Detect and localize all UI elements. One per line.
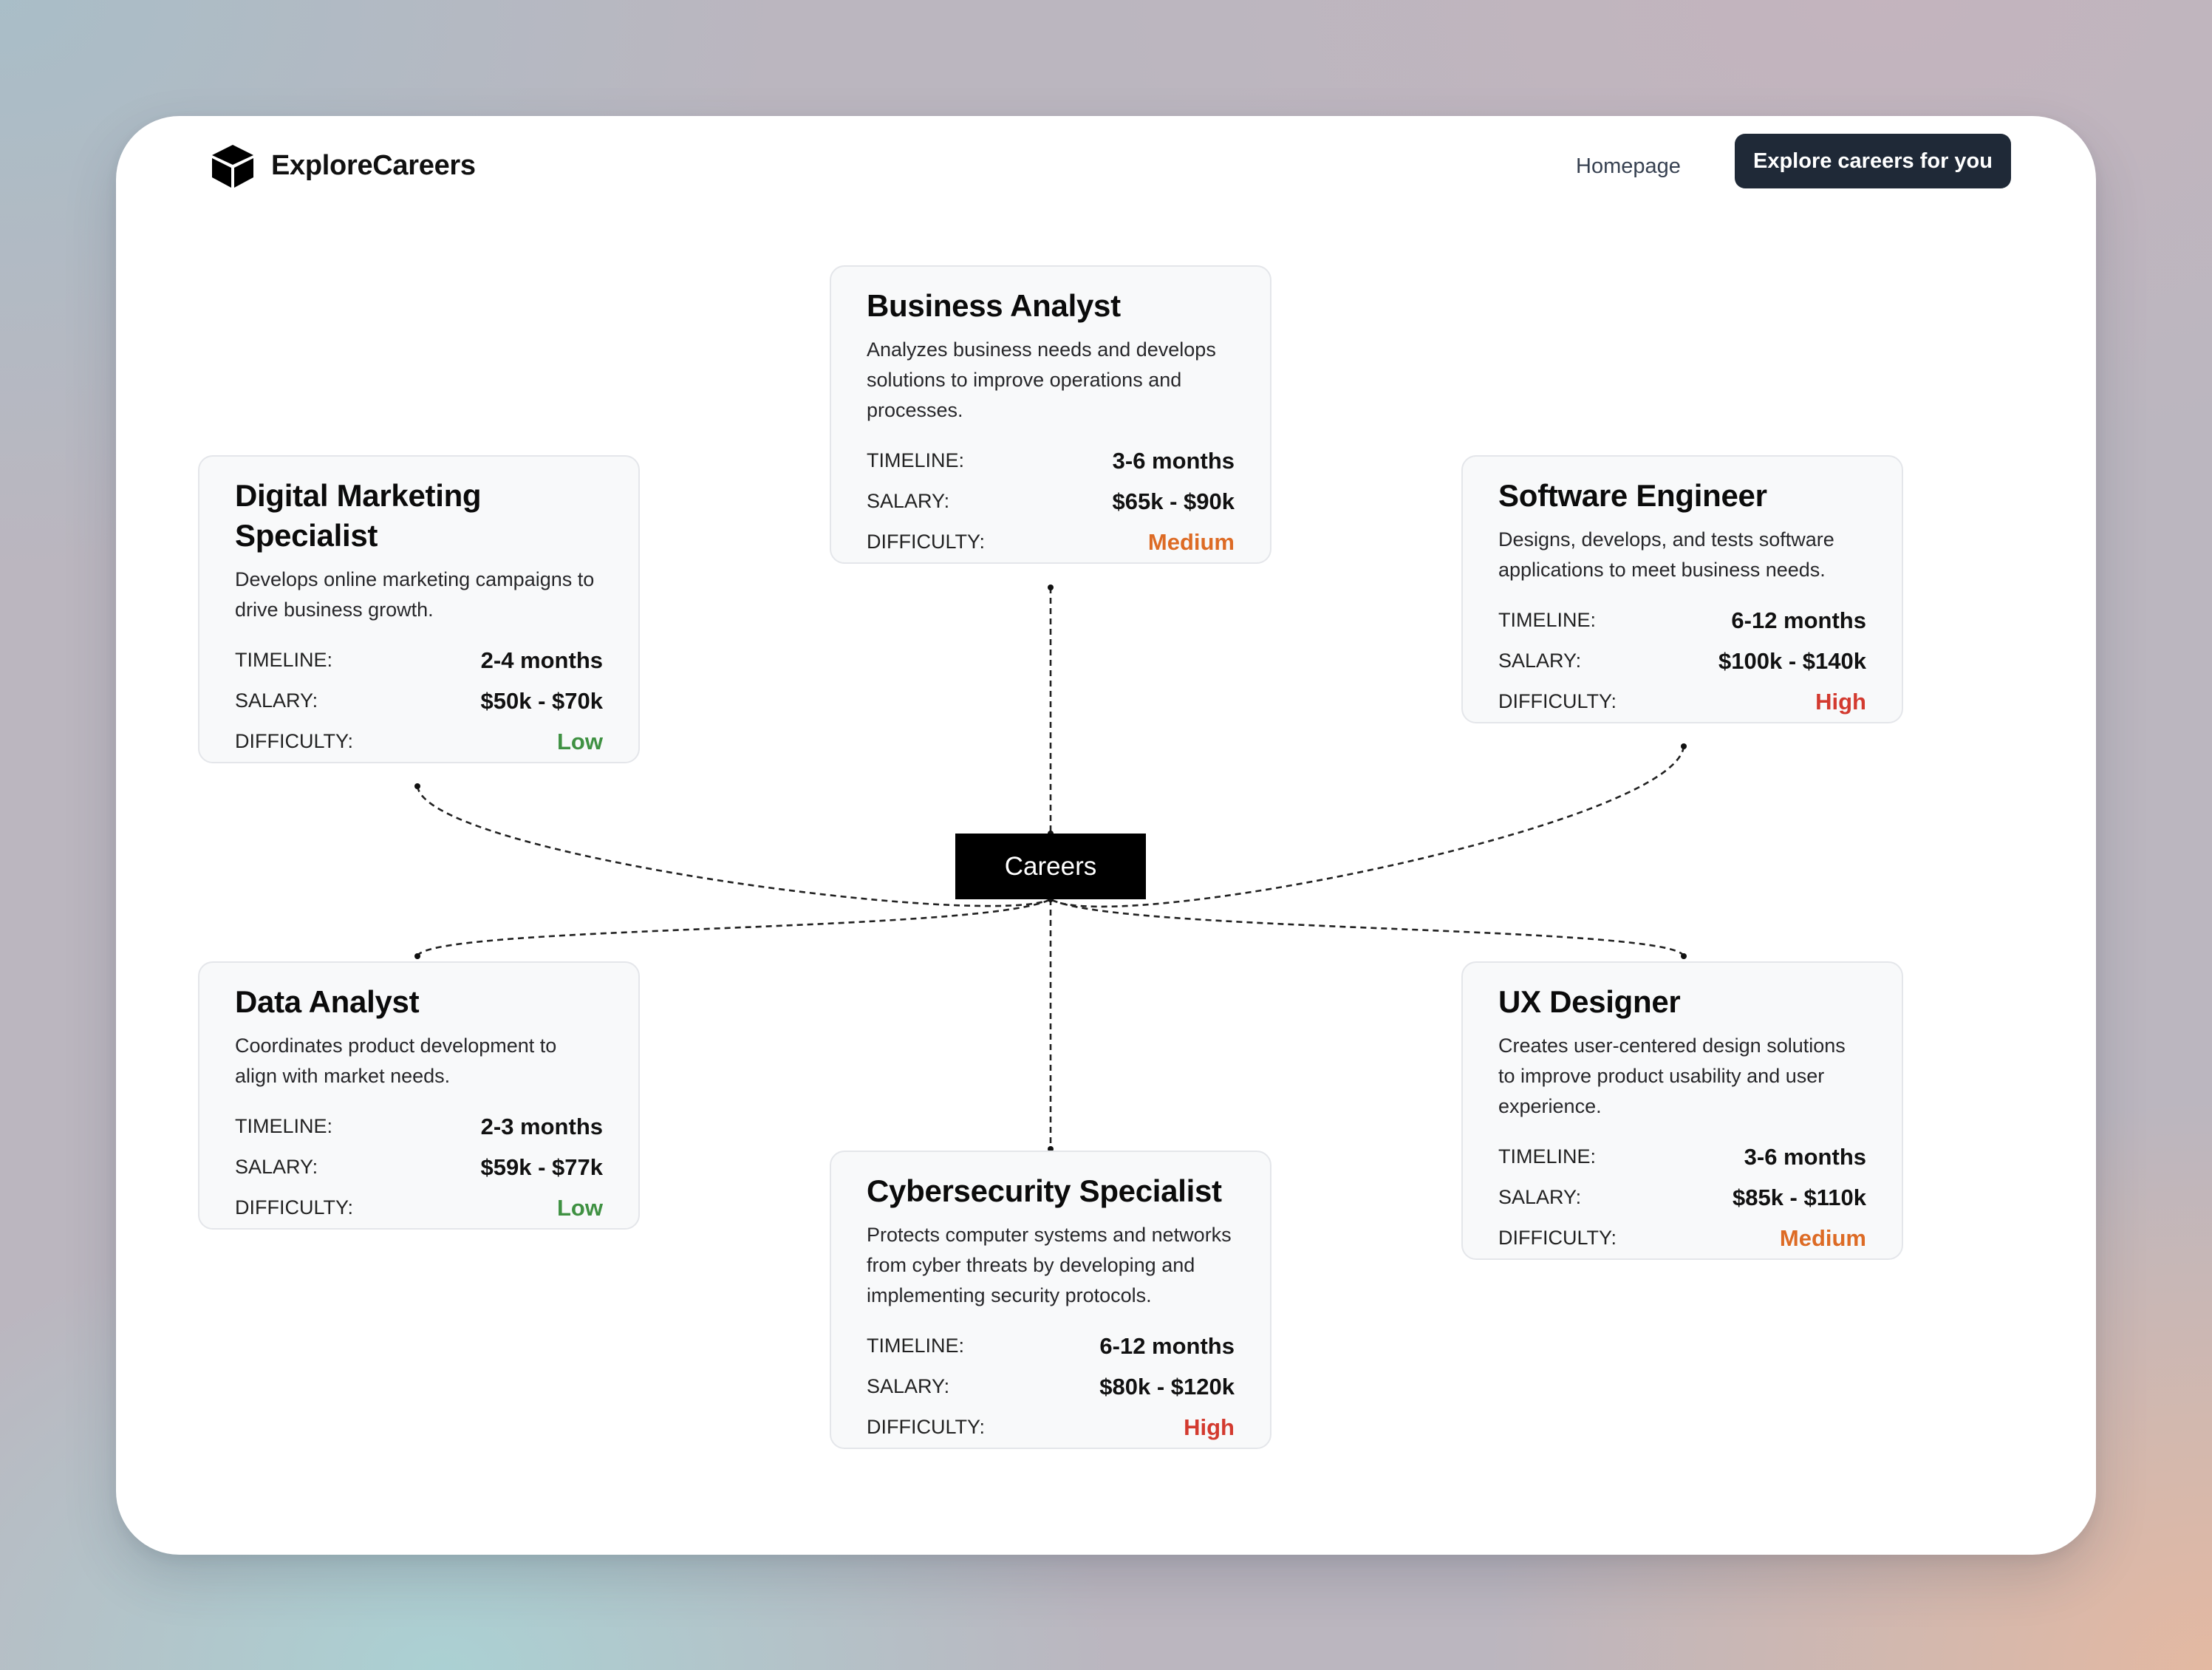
salary-row: SALARY: $100k - $140k xyxy=(1498,641,1866,681)
difficulty-value: High xyxy=(1815,688,1866,715)
connector-ux-designer xyxy=(1050,898,1685,957)
difficulty-label: DIFFICULTY: xyxy=(867,531,986,553)
salary-row: SALARY: $65k - $90k xyxy=(867,481,1235,522)
salary-value: $65k - $90k xyxy=(1112,488,1235,514)
difficulty-row: DIFFICULTY: Medium xyxy=(867,522,1235,562)
timeline-value: 6-12 months xyxy=(1099,1332,1235,1359)
career-title: Software Engineer xyxy=(1498,478,1767,513)
career-title: Cybersecurity Specialist xyxy=(867,1173,1222,1208)
career-description: Analyzes business needs and develops sol… xyxy=(867,338,1216,421)
timeline-label: TIMELINE: xyxy=(235,649,333,671)
explore-careers-button[interactable]: Explore careers for you xyxy=(1735,134,2011,188)
brand[interactable]: ExploreCareers xyxy=(209,137,476,194)
difficulty-label: DIFFICULTY: xyxy=(867,1416,986,1438)
timeline-value: 2-4 months xyxy=(480,647,603,673)
difficulty-value: Medium xyxy=(1147,528,1235,555)
cube-logo-icon xyxy=(212,145,253,188)
difficulty-row: DIFFICULTY: Low xyxy=(235,721,603,762)
career-title: Digital Marketing Specialist xyxy=(235,478,482,553)
timeline-label: TIMELINE: xyxy=(867,1335,965,1357)
anchor-dot xyxy=(1681,743,1687,749)
salary-row: SALARY: $50k - $70k xyxy=(235,681,603,721)
salary-label: SALARY: xyxy=(1498,1186,1582,1208)
career-card-software-engineer[interactable]: Software Engineer Designs, develops, and… xyxy=(1461,455,1903,723)
difficulty-value: High xyxy=(1184,1414,1235,1440)
career-description: Protects computer systems and networks f… xyxy=(867,1224,1232,1306)
career-description: Coordinates product development to align… xyxy=(235,1035,557,1087)
connector-data-analyst xyxy=(416,898,1051,957)
timeline-label: TIMELINE: xyxy=(235,1115,333,1137)
salary-row: SALARY: $59k - $77k xyxy=(235,1147,603,1187)
difficulty-row: DIFFICULTY: Low xyxy=(235,1187,603,1228)
timeline-row: TIMELINE: 2-4 months xyxy=(235,640,603,681)
anchor-dot xyxy=(1048,584,1054,590)
career-title: Business Analyst xyxy=(867,288,1121,323)
difficulty-row: DIFFICULTY: High xyxy=(867,1407,1235,1448)
career-description: Creates user-centered design solutions t… xyxy=(1498,1035,1846,1117)
career-card-data-analyst[interactable]: Data Analyst Coordinates product develop… xyxy=(198,961,640,1230)
difficulty-row: DIFFICULTY: Medium xyxy=(1498,1218,1866,1258)
salary-label: SALARY: xyxy=(1498,650,1582,672)
salary-value: $100k - $140k xyxy=(1718,647,1866,674)
difficulty-label: DIFFICULTY: xyxy=(235,730,354,752)
careers-hub-node[interactable]: Careers xyxy=(955,834,1146,899)
timeline-row: TIMELINE: 6-12 months xyxy=(1498,600,1866,641)
timeline-row: TIMELINE: 3-6 months xyxy=(1498,1136,1866,1177)
salary-row: SALARY: $85k - $110k xyxy=(1498,1177,1866,1218)
app-window: ExploreCareers Homepage Explore careers … xyxy=(116,116,2096,1555)
difficulty-label: DIFFICULTY: xyxy=(235,1196,354,1219)
timeline-row: TIMELINE: 6-12 months xyxy=(867,1326,1235,1366)
salary-label: SALARY: xyxy=(867,490,950,512)
difficulty-value: Medium xyxy=(1779,1224,1866,1251)
salary-value: $59k - $77k xyxy=(480,1153,603,1180)
career-card-digital-marketing-specialist[interactable]: Digital Marketing Specialist Develops on… xyxy=(198,455,640,763)
career-title: UX Designer xyxy=(1498,984,1681,1019)
timeline-value: 2-3 months xyxy=(480,1113,603,1139)
salary-label: SALARY: xyxy=(867,1375,950,1397)
difficulty-label: DIFFICULTY: xyxy=(1498,690,1617,712)
brand-name: ExploreCareers xyxy=(271,149,476,181)
timeline-label: TIMELINE: xyxy=(867,449,965,471)
timeline-value: 6-12 months xyxy=(1731,607,1866,633)
anchor-dot xyxy=(414,953,420,959)
salary-label: SALARY: xyxy=(235,689,318,712)
timeline-row: TIMELINE: 3-6 months xyxy=(867,440,1235,481)
salary-row: SALARY: $80k - $120k xyxy=(867,1366,1235,1407)
career-description: Develops online marketing campaigns to d… xyxy=(235,568,595,621)
difficulty-value: Low xyxy=(557,1194,603,1221)
timeline-value: 3-6 months xyxy=(1112,447,1235,474)
career-card-business-analyst[interactable]: Business Analyst Analyzes business needs… xyxy=(830,265,1271,564)
difficulty-label: DIFFICULTY: xyxy=(1498,1227,1617,1249)
career-card-ux-designer[interactable]: UX Designer Creates user-centered design… xyxy=(1461,961,1903,1260)
career-title: Data Analyst xyxy=(235,984,420,1019)
salary-value: $85k - $110k xyxy=(1732,1184,1866,1210)
difficulty-value: Low xyxy=(557,728,603,754)
anchor-dot xyxy=(1681,953,1687,959)
timeline-row: TIMELINE: 2-3 months xyxy=(235,1106,603,1147)
career-description: Designs, develops, and tests software ap… xyxy=(1498,528,1834,581)
salary-label: SALARY: xyxy=(235,1156,318,1178)
homepage-link[interactable]: Homepage xyxy=(1576,146,1681,187)
timeline-label: TIMELINE: xyxy=(1498,1145,1597,1168)
anchor-dot xyxy=(414,783,420,789)
timeline-label: TIMELINE: xyxy=(1498,609,1597,631)
salary-value: $50k - $70k xyxy=(480,687,603,714)
career-card-cybersecurity-specialist[interactable]: Cybersecurity Specialist Protects comput… xyxy=(830,1151,1271,1449)
timeline-value: 3-6 months xyxy=(1744,1143,1866,1170)
salary-value: $80k - $120k xyxy=(1099,1373,1235,1400)
difficulty-row: DIFFICULTY: High xyxy=(1498,681,1866,722)
